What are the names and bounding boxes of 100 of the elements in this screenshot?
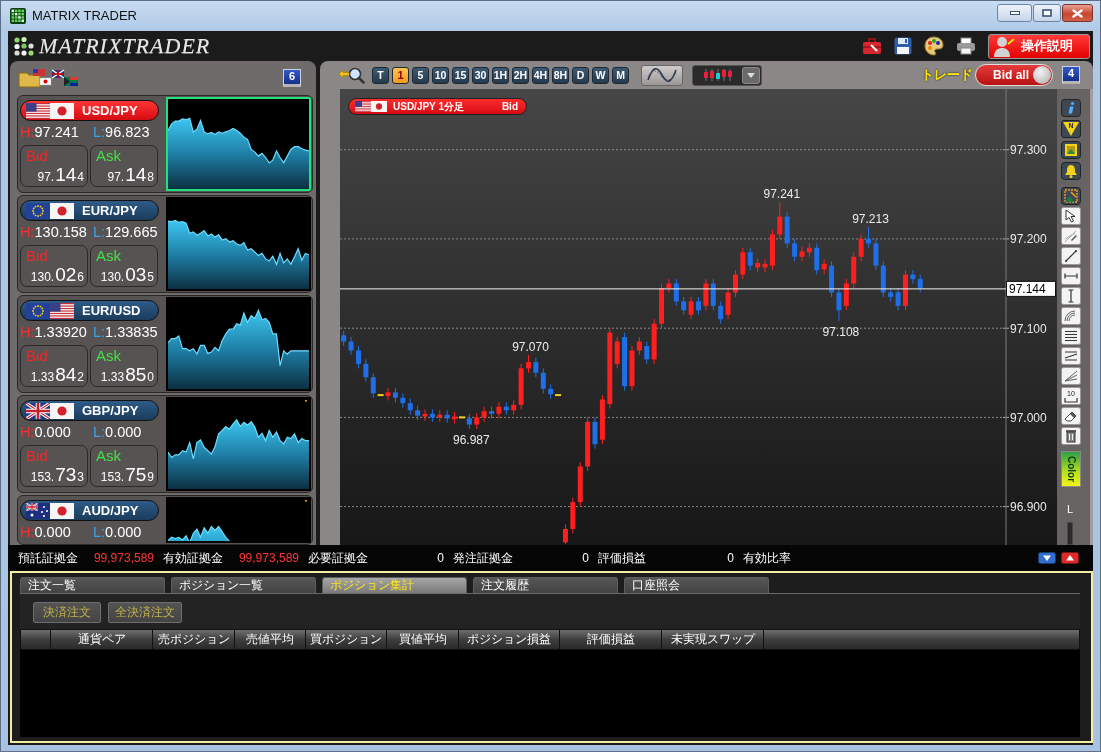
price-axis-label: 96.900 xyxy=(1010,500,1047,515)
pencil-icon[interactable] xyxy=(1061,227,1081,245)
save-icon[interactable] xyxy=(894,37,912,55)
status-label: 評価損益 xyxy=(598,550,646,566)
bracket-icon xyxy=(1064,397,1078,403)
toggle-knob[interactable] xyxy=(1033,66,1051,84)
screen-number-button[interactable]: 6 xyxy=(283,69,301,87)
caret-icon[interactable] xyxy=(742,66,760,84)
currency-pair-tab[interactable]: EUR/JPY xyxy=(20,200,159,221)
bid-box[interactable]: Bid 153.733 xyxy=(20,445,88,487)
status-label: 有効証拠金 xyxy=(163,550,223,566)
minimize-button[interactable] xyxy=(997,4,1032,22)
high-value: 1.33920 xyxy=(34,324,87,342)
japan-flag-icon xyxy=(50,502,74,519)
toolbox-icon[interactable] xyxy=(862,37,882,55)
zoom-icon[interactable] xyxy=(338,66,365,84)
ask-box[interactable]: Ask 1.33850 xyxy=(90,345,158,387)
ask-box[interactable]: Ask 153.759 xyxy=(90,445,158,487)
japan-flag-icon xyxy=(50,202,74,219)
help-button[interactable]: 操作説明 xyxy=(988,33,1090,59)
timeframe-button[interactable]: 30 xyxy=(472,66,489,84)
timeframe-button[interactable]: W xyxy=(592,66,609,84)
bid-label: Bid xyxy=(26,147,49,165)
timeframe-button[interactable]: 2H xyxy=(512,66,529,84)
price-axis-label: 97.200 xyxy=(1010,232,1047,247)
bid-box[interactable]: Bid 130.026 xyxy=(20,245,88,287)
currency-pair-tab[interactable]: AUD/JPY xyxy=(20,500,159,521)
price-axis-label: 97.000 xyxy=(1010,410,1047,425)
printer-icon[interactable] xyxy=(956,37,976,55)
folder-flags-icon[interactable] xyxy=(18,68,80,88)
candle xyxy=(356,345,361,369)
price-pips: 73 xyxy=(55,465,77,484)
timeframe-button[interactable]: 5 xyxy=(412,66,429,84)
japan-flag-icon xyxy=(50,102,74,119)
trash-icon[interactable] xyxy=(1061,427,1081,445)
timeframe-button[interactable]: M xyxy=(612,66,629,84)
screen-number-button[interactable]: 4 xyxy=(1062,66,1080,84)
high-value: 130.158 xyxy=(34,224,87,242)
price-prefix: 153. xyxy=(30,471,55,483)
eu-flag-icon xyxy=(26,202,50,219)
price-pips: 14 xyxy=(55,165,77,184)
panel-tab[interactable]: 注文一覧 xyxy=(20,577,165,593)
timeframe-button[interactable]: 10 xyxy=(432,66,449,84)
currency-pair-tab[interactable]: EUR/USD xyxy=(20,300,159,321)
chart-type-dropdown[interactable] xyxy=(692,64,762,86)
indicator-button[interactable] xyxy=(641,64,683,86)
ask-box[interactable]: Ask 97.148 xyxy=(90,145,158,187)
timeframe-button[interactable]: D xyxy=(572,66,589,84)
low-value: 0.000 xyxy=(105,524,142,542)
column-header: 売ポジション xyxy=(153,630,235,649)
currency-pair-tab[interactable]: GBP/JPY xyxy=(20,400,159,421)
ask-box[interactable]: Ask 130.035 xyxy=(90,245,158,287)
fan-lines-icon[interactable] xyxy=(1061,367,1081,385)
dashed-picture-icon[interactable] xyxy=(1061,187,1081,205)
horizontal-lines-icon[interactable] xyxy=(1061,327,1081,345)
status-value: 99,973,589 xyxy=(238,550,299,566)
status-label: 必要証拠金 xyxy=(308,550,368,566)
timeframe-button[interactable]: 8H xyxy=(552,66,569,84)
ask-label: Ask xyxy=(96,447,122,465)
high-label: H: xyxy=(20,224,35,242)
bid-label: Bid xyxy=(26,247,49,265)
bell-icon[interactable] xyxy=(1061,162,1081,180)
currency-pair-tab[interactable]: USD/JPY xyxy=(20,100,159,121)
timeframe-button[interactable]: T xyxy=(372,66,389,84)
status-value: 0 xyxy=(582,550,589,566)
timeframe-button[interactable]: 4H xyxy=(532,66,549,84)
price-pips: 75 xyxy=(125,465,147,484)
panel-tab[interactable]: 口座照会 xyxy=(624,577,769,593)
price-pipette: 5 xyxy=(147,271,154,283)
status-label: 発注証拠金 xyxy=(453,550,513,566)
parallel-lines-icon[interactable] xyxy=(1061,347,1081,365)
palette-icon[interactable] xyxy=(924,36,944,56)
column-header: ポジション損益 xyxy=(459,630,560,649)
us-flag-icon xyxy=(355,101,371,112)
info-icon[interactable] xyxy=(1061,99,1081,117)
timeframe-button[interactable]: 15 xyxy=(452,66,469,84)
close-button[interactable] xyxy=(1062,4,1093,22)
color-button[interactable]: Color xyxy=(1061,451,1081,487)
arcs-icon[interactable] xyxy=(1061,307,1081,325)
picture-icon[interactable] xyxy=(1061,141,1081,159)
logo-dots-icon xyxy=(13,36,35,56)
price-prefix: 97. xyxy=(107,171,125,183)
timeframe-button[interactable]: 1 xyxy=(392,66,409,84)
logo-text: MATRIXTRADER xyxy=(39,33,211,59)
candle xyxy=(562,524,568,545)
bid-box[interactable]: Bid 97.144 xyxy=(20,145,88,187)
price-pipette: 6 xyxy=(77,271,84,283)
japan-flag-icon xyxy=(50,402,74,419)
panel-tab[interactable]: 注文履歴 xyxy=(473,577,618,593)
panel-tab[interactable]: ポジション一覧 xyxy=(171,577,316,593)
price-annotation: 97.070 xyxy=(512,339,549,354)
slider-track[interactable] xyxy=(1067,522,1073,545)
price-annotation: 97.241 xyxy=(763,187,801,202)
maximize-button[interactable] xyxy=(1033,4,1061,22)
price-pipette: 2 xyxy=(77,371,84,383)
timeframe-button[interactable]: 1H xyxy=(492,66,509,84)
bid-all-toggle[interactable]: Bid all xyxy=(975,64,1053,86)
price-annotation: 96.987 xyxy=(453,433,490,447)
bid-box[interactable]: Bid 1.33842 xyxy=(20,345,88,387)
eraser-icon[interactable] xyxy=(1061,407,1081,425)
